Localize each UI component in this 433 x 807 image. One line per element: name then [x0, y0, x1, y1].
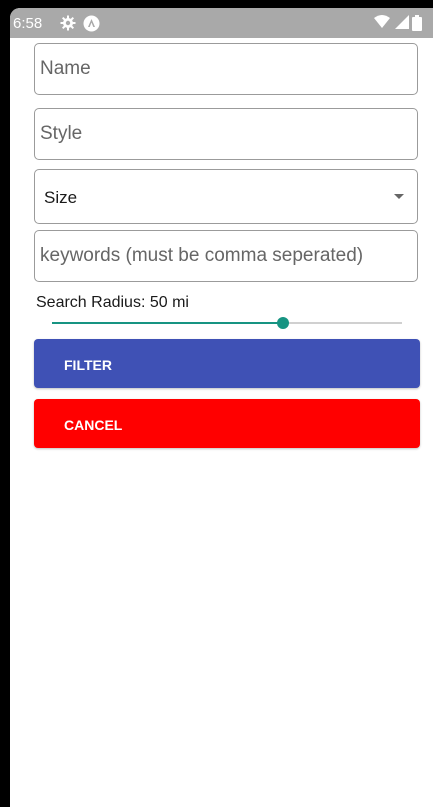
slider-thumb[interactable]: [277, 317, 289, 329]
keywords-input[interactable]: [35, 231, 417, 281]
size-dropdown[interactable]: Size: [34, 169, 418, 224]
status-bar: 6:58: [10, 8, 433, 38]
wifi-icon: [374, 15, 390, 29]
dropdown-arrow-icon: [394, 194, 404, 199]
phone-screen: 6:58 Name Style Size keywords (must be c…: [10, 8, 433, 807]
cancel-button-label: CANCEL: [64, 417, 123, 433]
filter-button[interactable]: FILTER: [34, 339, 420, 388]
signal-icon: [395, 15, 409, 29]
status-time: 6:58: [13, 15, 43, 32]
size-dropdown-value: Size: [44, 188, 78, 207]
app-badge-icon: [83, 15, 100, 32]
style-field[interactable]: [34, 108, 418, 160]
style-input[interactable]: [35, 109, 417, 159]
cancel-button[interactable]: CANCEL: [34, 399, 420, 448]
name-input[interactable]: [35, 44, 417, 94]
filter-button-label: FILTER: [64, 357, 112, 373]
search-radius-label: Search Radius: 50 mi: [36, 294, 189, 311]
keywords-field[interactable]: [34, 230, 418, 282]
name-field[interactable]: [34, 43, 418, 95]
battery-icon: [412, 15, 422, 31]
slider-fill: [52, 322, 283, 324]
search-radius-slider[interactable]: [52, 314, 402, 334]
settings-icon: [60, 15, 76, 31]
